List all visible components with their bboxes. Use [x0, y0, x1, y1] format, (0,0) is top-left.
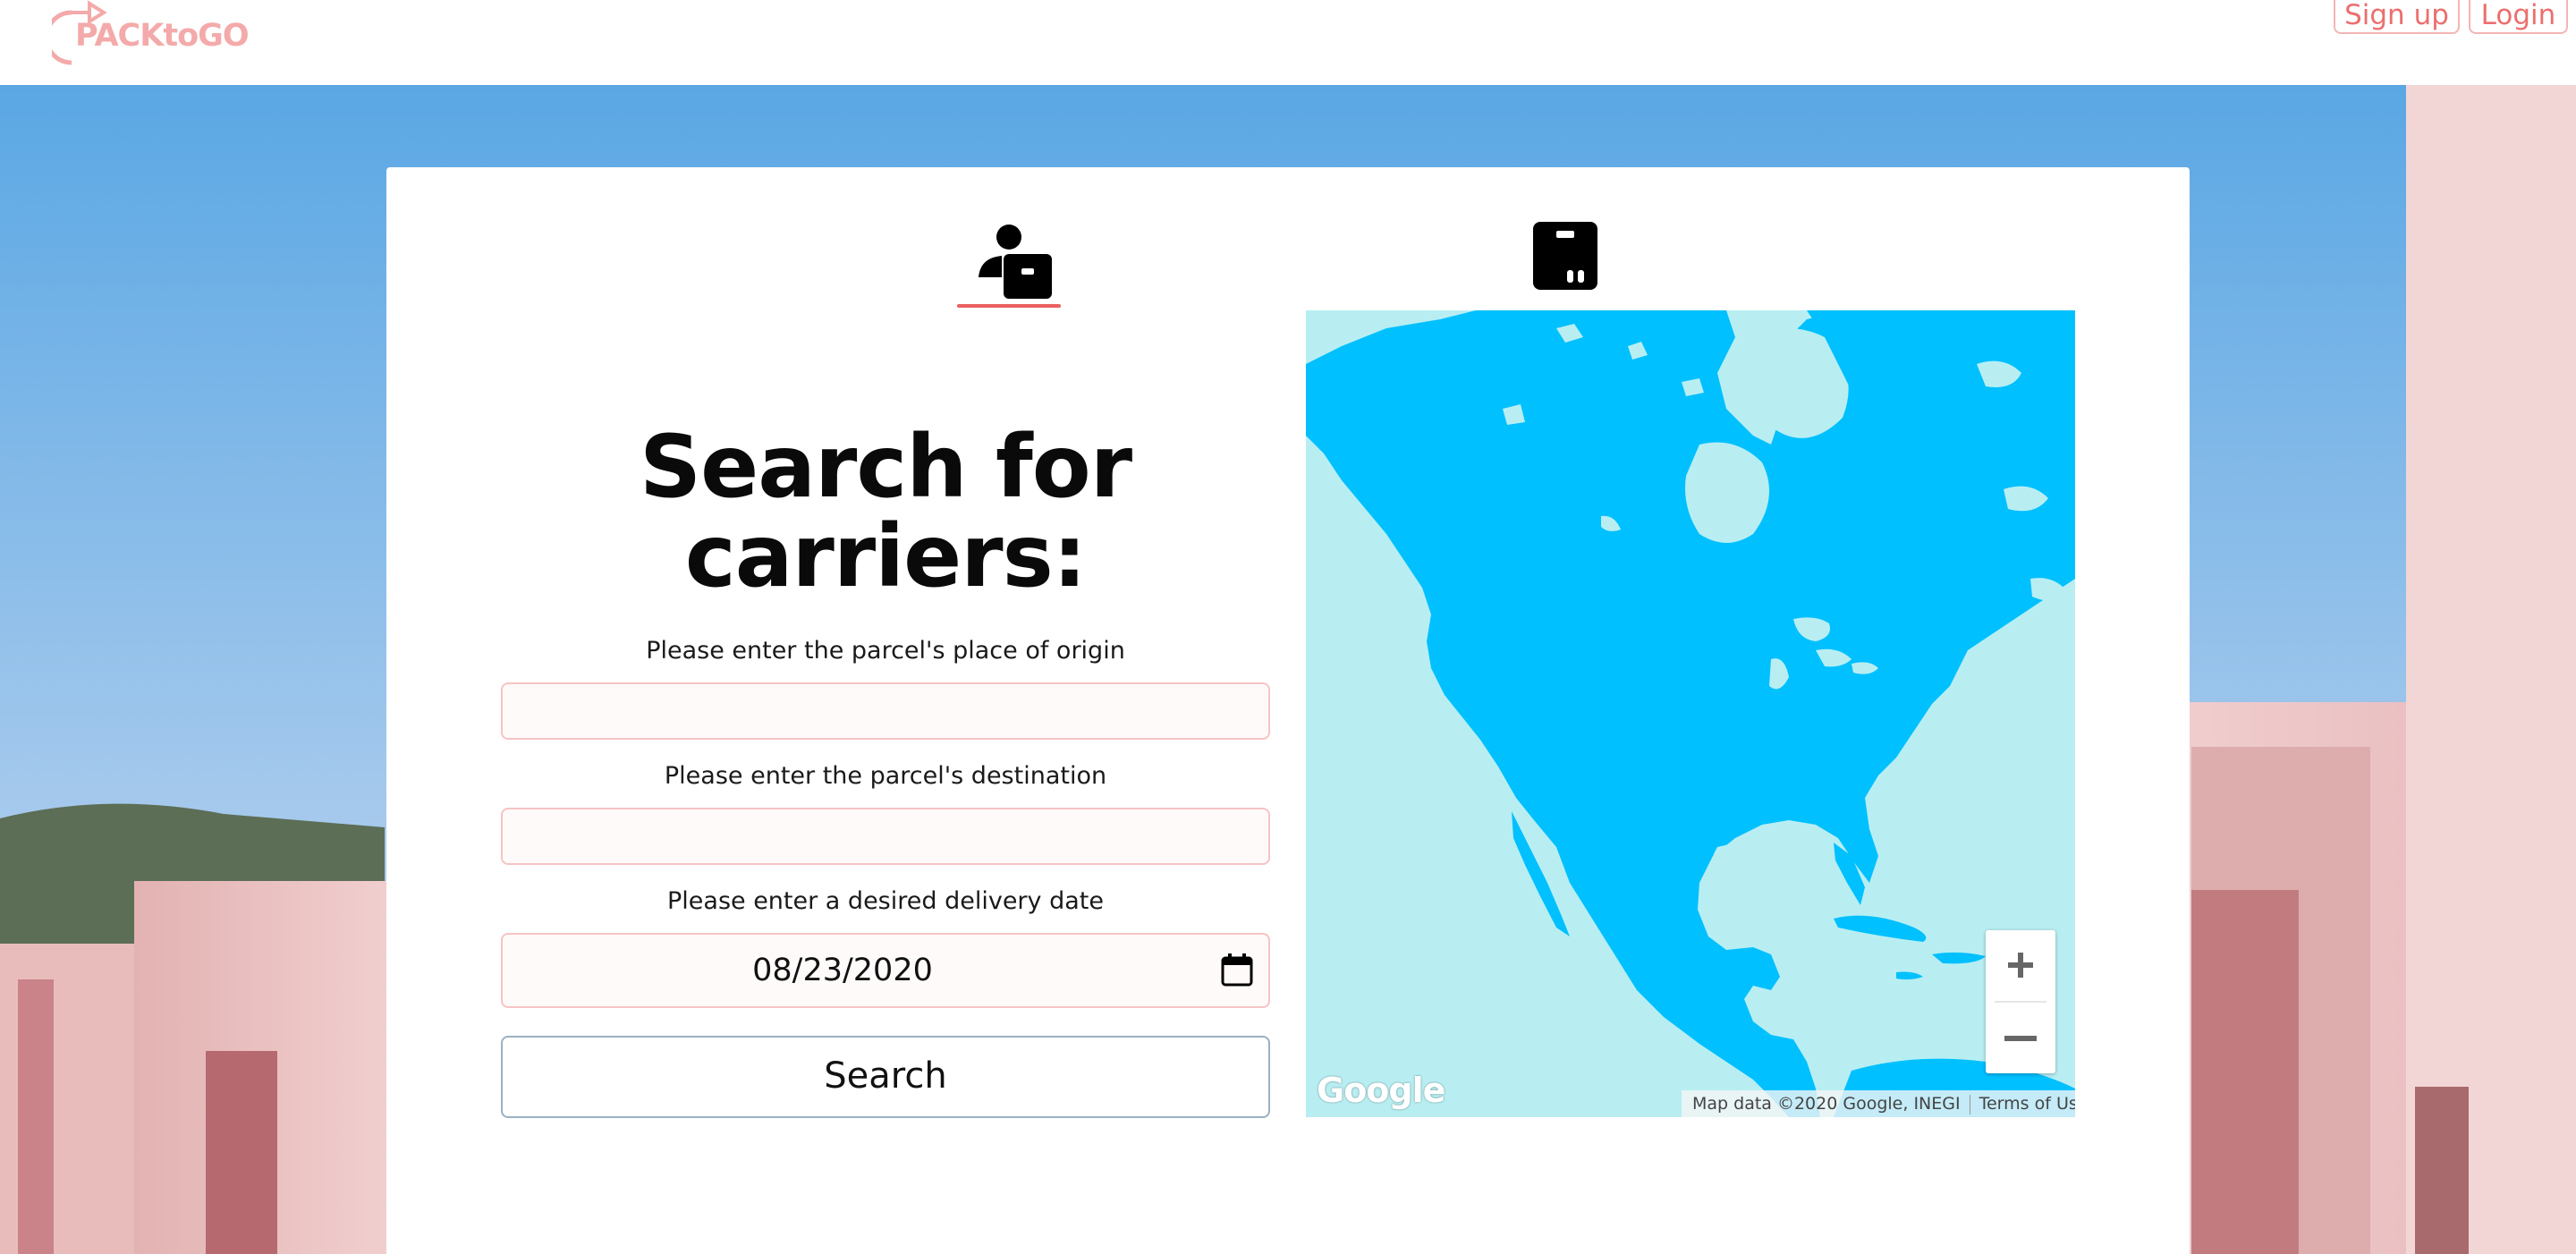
date-label: Please enter a desired delivery date	[667, 887, 1104, 915]
google-logo[interactable]: Google	[1317, 1071, 1445, 1110]
origin-input[interactable]	[503, 684, 1268, 738]
map-view[interactable]: Google Map data ©2020 Google, INEGI Terms…	[1306, 310, 2075, 1117]
plus-icon	[2008, 953, 2033, 978]
logo-text: PACKtoGO	[75, 18, 250, 54]
zoom-out-button[interactable]	[1986, 1004, 2055, 1073]
calendar-icon[interactable]	[1221, 953, 1253, 987]
page-title: Search for carriers:	[501, 422, 1270, 601]
origin-label: Please enter the parcel's place of origi…	[646, 637, 1125, 665]
zoom-controls	[1986, 930, 2055, 1073]
north-america-land	[1306, 310, 2075, 1117]
destination-label: Please enter the parcel's destination	[664, 762, 1107, 790]
origin-field-wrapper	[501, 682, 1270, 740]
search-button[interactable]: Search	[501, 1036, 1270, 1118]
tab-parcel[interactable]	[1531, 220, 1599, 293]
top-header: PACKtoGO Sign up Login	[0, 0, 2576, 85]
active-tab-indicator	[957, 304, 1061, 308]
carrier-person-icon	[979, 225, 1052, 299]
login-button[interactable]: Login	[2469, 0, 2568, 34]
map-data-credit: Map data ©2020 Google, INEGI	[1692, 1094, 1961, 1114]
parcel-box-icon	[1533, 222, 1597, 290]
page-title-text: Search for carriers:	[639, 417, 1132, 606]
tab-carrier[interactable]	[975, 222, 1055, 302]
zoom-in-button[interactable]	[1986, 930, 2055, 1000]
map-attribution: Map data ©2020 Google, INEGI Terms of Use	[1682, 1090, 2075, 1117]
destination-field-wrapper	[501, 808, 1270, 865]
delivery-date-input[interactable]: 08/23/2020	[501, 933, 1270, 1008]
packtogo-logo[interactable]: PACKtoGO	[52, 0, 267, 72]
destination-input[interactable]	[503, 809, 1268, 863]
terms-of-use-link[interactable]: Terms of Use	[1979, 1094, 2075, 1114]
zoom-separator	[1995, 1001, 2046, 1003]
signup-button[interactable]: Sign up	[2334, 0, 2460, 34]
minus-icon	[2004, 1036, 2037, 1041]
delivery-date-value: 08/23/2020	[752, 953, 933, 988]
